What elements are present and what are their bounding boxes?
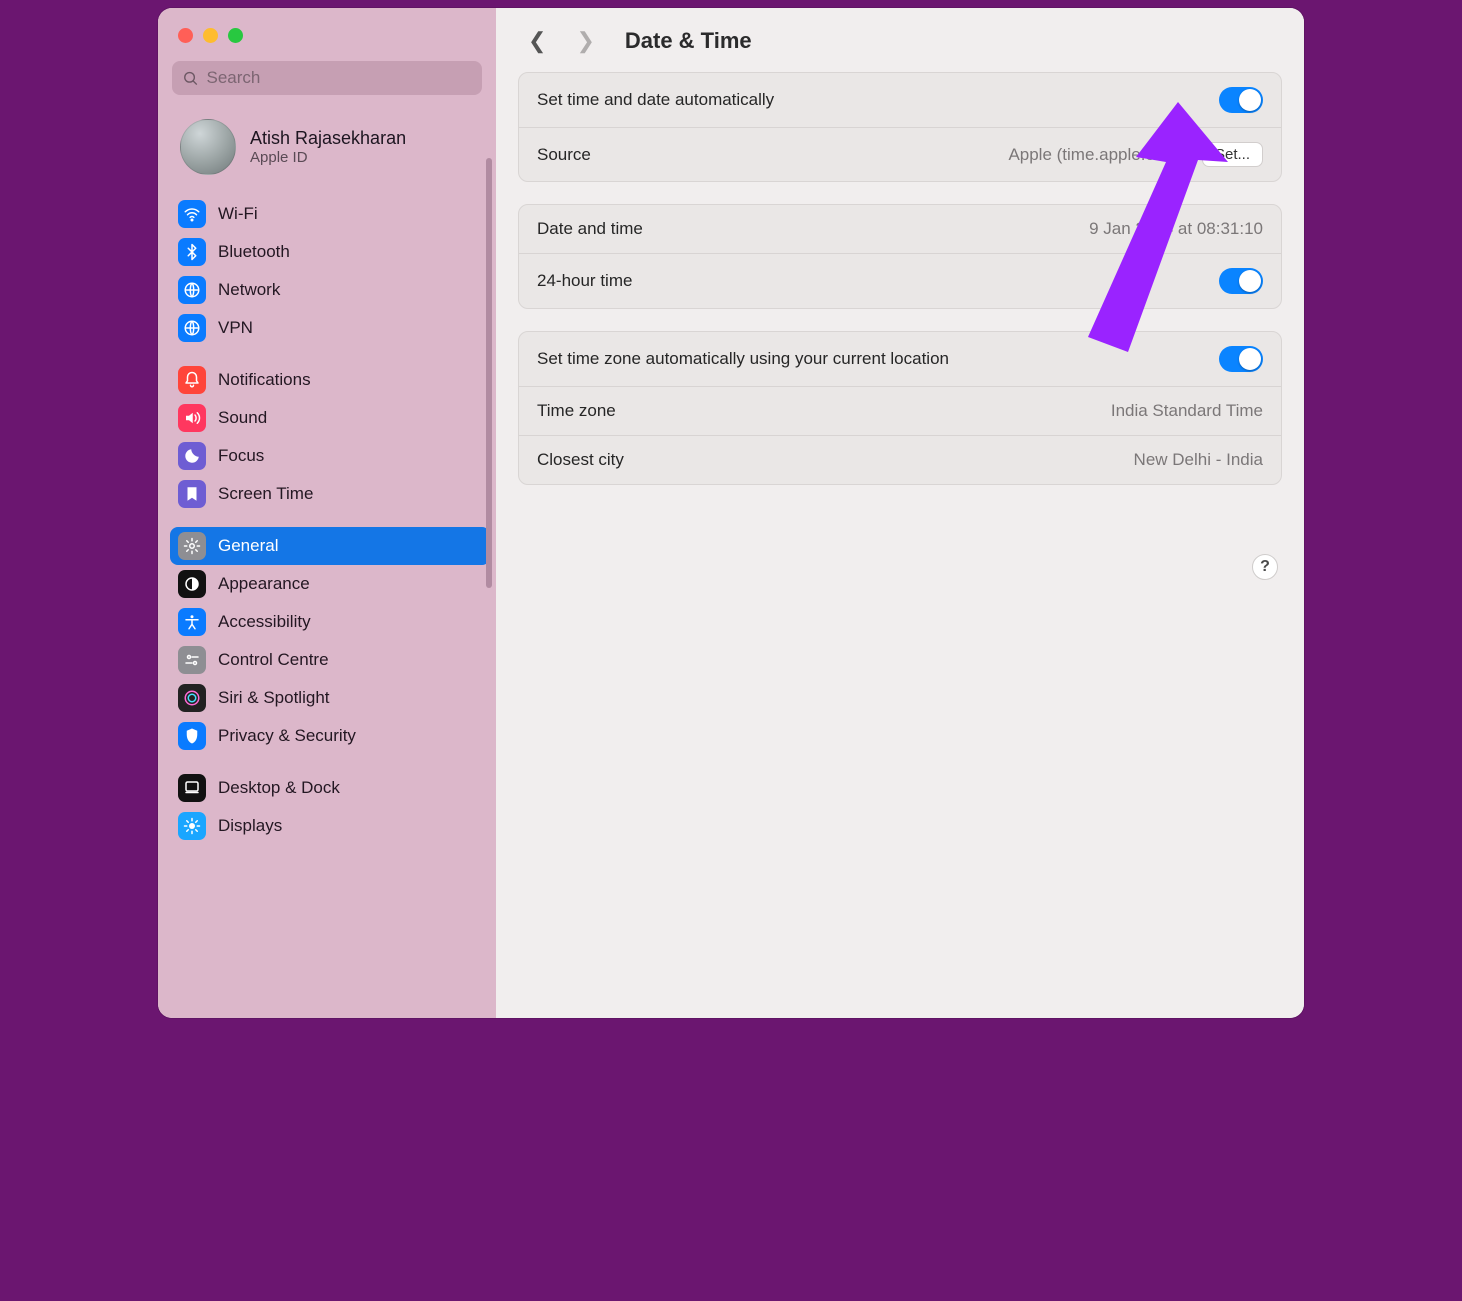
window-controls [158, 20, 496, 61]
row-tz: Time zone India Standard Time [519, 386, 1281, 435]
sidebar-item-focus[interactable]: Focus [170, 437, 490, 475]
apple-id-row[interactable]: Atish Rajasekharan Apple ID [158, 109, 496, 193]
privacy-icon [178, 722, 206, 750]
row-auto-set: Set time and date automatically [519, 73, 1281, 127]
page-title: Date & Time [625, 28, 752, 54]
datetime-label: Date and time [537, 219, 643, 239]
sidebar-item-label: Notifications [218, 370, 311, 390]
sidebar-item-label: Privacy & Security [218, 726, 356, 746]
toolbar: ❮ ❯ Date & Time [496, 8, 1304, 72]
row-closest-city: Closest city New Delhi - India [519, 435, 1281, 484]
sidebar: Atish Rajasekharan Apple ID Wi-Fi Bluetoo… [158, 8, 496, 1018]
back-button[interactable]: ❮ [522, 26, 552, 56]
focus-icon [178, 442, 206, 470]
row-source: Source Apple (time.apple.com.) Set... [519, 127, 1281, 181]
main-panel: ❮ ❯ Date & Time Set time and date automa… [496, 8, 1304, 1018]
group-datetime: Date and time 9 Jan 2024 at 08:31:10 24-… [518, 204, 1282, 309]
sidebar-item-label: Network [218, 280, 280, 300]
sidebar-item-label: Sound [218, 408, 267, 428]
siri-icon [178, 684, 206, 712]
tz-value: India Standard Time [1111, 401, 1263, 421]
datetime-value: 9 Jan 2024 at 08:31:10 [1089, 219, 1263, 239]
sidebar-item-label: Desktop & Dock [218, 778, 340, 798]
sidebar-item-displays[interactable]: Displays [170, 807, 490, 845]
sidebar-item-vpn[interactable]: VPN [170, 309, 490, 347]
closest-city-label: Closest city [537, 450, 624, 470]
sidebar-item-label: VPN [218, 318, 253, 338]
sidebar-item-label: Screen Time [218, 484, 313, 504]
controlcentre-icon [178, 646, 206, 674]
sidebar-item-siri[interactable]: Siri & Spotlight [170, 679, 490, 717]
bluetooth-icon [178, 238, 206, 266]
group-auto-time: Set time and date automatically Source A… [518, 72, 1282, 182]
network-icon [178, 276, 206, 304]
content-area: Set time and date automatically Source A… [496, 72, 1304, 1018]
source-set-button[interactable]: Set... [1202, 142, 1263, 167]
sidebar-item-screentime[interactable]: Screen Time [170, 475, 490, 513]
avatar [180, 119, 236, 175]
sidebar-item-label: Control Centre [218, 650, 329, 670]
forward-button[interactable]: ❯ [570, 26, 600, 56]
accessibility-icon [178, 608, 206, 636]
sidebar-item-bluetooth[interactable]: Bluetooth [170, 233, 490, 271]
minimize-window-button[interactable] [203, 28, 218, 43]
sidebar-item-network[interactable]: Network [170, 271, 490, 309]
sidebar-item-controlcentre[interactable]: Control Centre [170, 641, 490, 679]
settings-window: Atish Rajasekharan Apple ID Wi-Fi Bluetoo… [158, 8, 1304, 1018]
tz-label: Time zone [537, 401, 616, 421]
sidebar-item-label: Wi-Fi [218, 204, 258, 224]
sidebar-nav: Wi-Fi Bluetooth Network VPN Notifications Sou… [158, 193, 496, 865]
sidebar-item-general[interactable]: General [170, 527, 490, 565]
sidebar-item-sound[interactable]: Sound [170, 399, 490, 437]
appearance-icon [178, 570, 206, 598]
search-input[interactable] [206, 68, 472, 88]
auto-set-toggle[interactable] [1219, 87, 1263, 113]
tz-auto-toggle[interactable] [1219, 346, 1263, 372]
search-container [158, 61, 496, 109]
notifications-icon [178, 366, 206, 394]
sidebar-item-label: Displays [218, 816, 282, 836]
zoom-window-button[interactable] [228, 28, 243, 43]
account-name: Atish Rajasekharan [250, 128, 406, 149]
search-field[interactable] [172, 61, 482, 95]
sidebar-item-label: Appearance [218, 574, 310, 594]
sidebar-item-accessibility[interactable]: Accessibility [170, 603, 490, 641]
row-24hour: 24-hour time [519, 253, 1281, 308]
closest-city-value: New Delhi - India [1134, 450, 1263, 470]
sidebar-item-label: Accessibility [218, 612, 311, 632]
sidebar-item-privacy[interactable]: Privacy & Security [170, 717, 490, 755]
sidebar-item-label: Focus [218, 446, 264, 466]
source-label: Source [537, 145, 591, 165]
row-datetime: Date and time 9 Jan 2024 at 08:31:10 [519, 205, 1281, 253]
general-icon [178, 532, 206, 560]
sidebar-item-label: Siri & Spotlight [218, 688, 330, 708]
h24-label: 24-hour time [537, 271, 632, 291]
close-window-button[interactable] [178, 28, 193, 43]
row-tz-auto: Set time zone automatically using your c… [519, 332, 1281, 386]
h24-toggle[interactable] [1219, 268, 1263, 294]
account-subtitle: Apple ID [250, 149, 406, 166]
tz-auto-label: Set time zone automatically using your c… [537, 349, 949, 369]
sidebar-item-label: General [218, 536, 278, 556]
desktopdock-icon [178, 774, 206, 802]
sound-icon [178, 404, 206, 432]
auto-set-label: Set time and date automatically [537, 90, 774, 110]
sidebar-item-desktopdock[interactable]: Desktop & Dock [170, 769, 490, 807]
wifi-icon [178, 200, 206, 228]
screentime-icon [178, 480, 206, 508]
source-value: Apple (time.apple.com.) [1008, 145, 1188, 165]
group-timezone: Set time zone automatically using your c… [518, 331, 1282, 485]
displays-icon [178, 812, 206, 840]
help-button[interactable]: ? [1252, 554, 1278, 580]
sidebar-item-wifi[interactable]: Wi-Fi [170, 195, 490, 233]
sidebar-item-label: Bluetooth [218, 242, 290, 262]
vpn-icon [178, 314, 206, 342]
search-icon [182, 69, 198, 87]
sidebar-item-appearance[interactable]: Appearance [170, 565, 490, 603]
sidebar-item-notifications[interactable]: Notifications [170, 361, 490, 399]
